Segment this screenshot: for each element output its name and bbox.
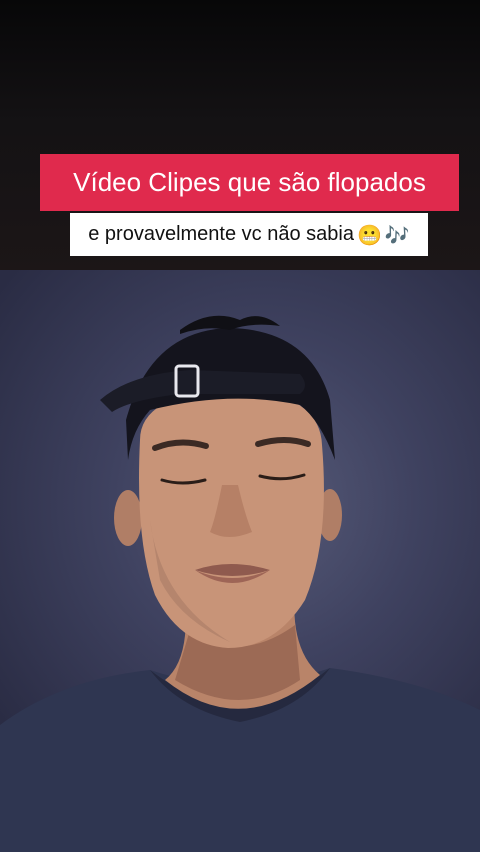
grimacing-face-icon: 😬 <box>356 222 382 247</box>
subtitle-caption: e provavelmente vc não sabia 😬 🎶 <box>70 213 428 256</box>
title-caption: Vídeo Clipes que são flopados <box>40 154 459 211</box>
title-text: Vídeo Clipes que são flopados <box>73 167 426 197</box>
musical-notes-icon: 🎶 <box>384 222 410 247</box>
video-frame <box>0 270 480 852</box>
video-screen[interactable]: Vídeo Clipes que são flopados e provavel… <box>0 0 480 852</box>
person-illustration <box>0 315 480 852</box>
subtitle-text: e provavelmente vc não sabia <box>88 223 354 245</box>
